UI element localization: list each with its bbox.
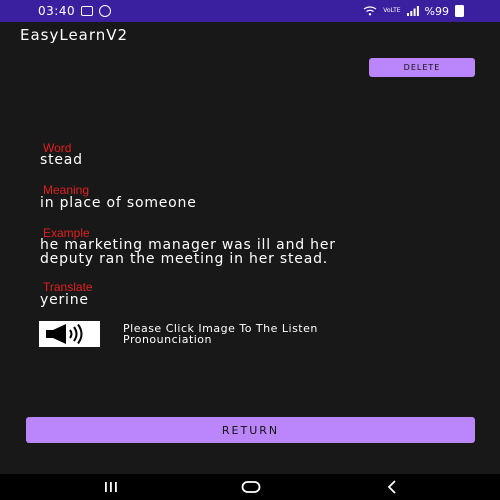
recents-button[interactable] <box>91 474 131 500</box>
delete-button[interactable]: DELETE <box>369 58 475 77</box>
status-time: 03:40 <box>38 4 76 18</box>
status-bar: 03:40 VoLTE %99 <box>0 0 500 22</box>
word-value: stead <box>40 152 83 168</box>
return-button[interactable]: RETURN <box>26 417 475 443</box>
notification-icon <box>99 5 112 17</box>
status-left: 03:40 <box>38 4 112 18</box>
network-type: VoLTE <box>383 7 401 14</box>
back-icon <box>387 480 396 494</box>
home-button[interactable] <box>231 474 271 500</box>
speaker-icon <box>45 323 82 345</box>
back-button[interactable] <box>372 474 412 500</box>
battery-icon <box>455 5 464 17</box>
translate-value: yerine <box>40 292 89 308</box>
home-icon <box>241 481 261 493</box>
listen-hint-line2: Pronounciation <box>123 333 213 346</box>
example-value-line2: deputy ran the meeting in her stead. <box>40 251 329 267</box>
navigation-bar <box>0 474 500 500</box>
wifi-icon <box>363 6 377 16</box>
gallery-icon <box>81 6 94 16</box>
speaker-button[interactable] <box>39 321 100 347</box>
meaning-value: in place of someone <box>40 195 197 211</box>
status-right: VoLTE %99 <box>363 5 464 18</box>
recents-icon <box>105 482 117 492</box>
battery-percent: %99 <box>424 4 449 18</box>
signal-icon <box>406 6 419 16</box>
app-title: EasyLearnV2 <box>20 26 129 44</box>
listen-hint: Please Click Image To The Listen Pronoun… <box>123 323 413 345</box>
